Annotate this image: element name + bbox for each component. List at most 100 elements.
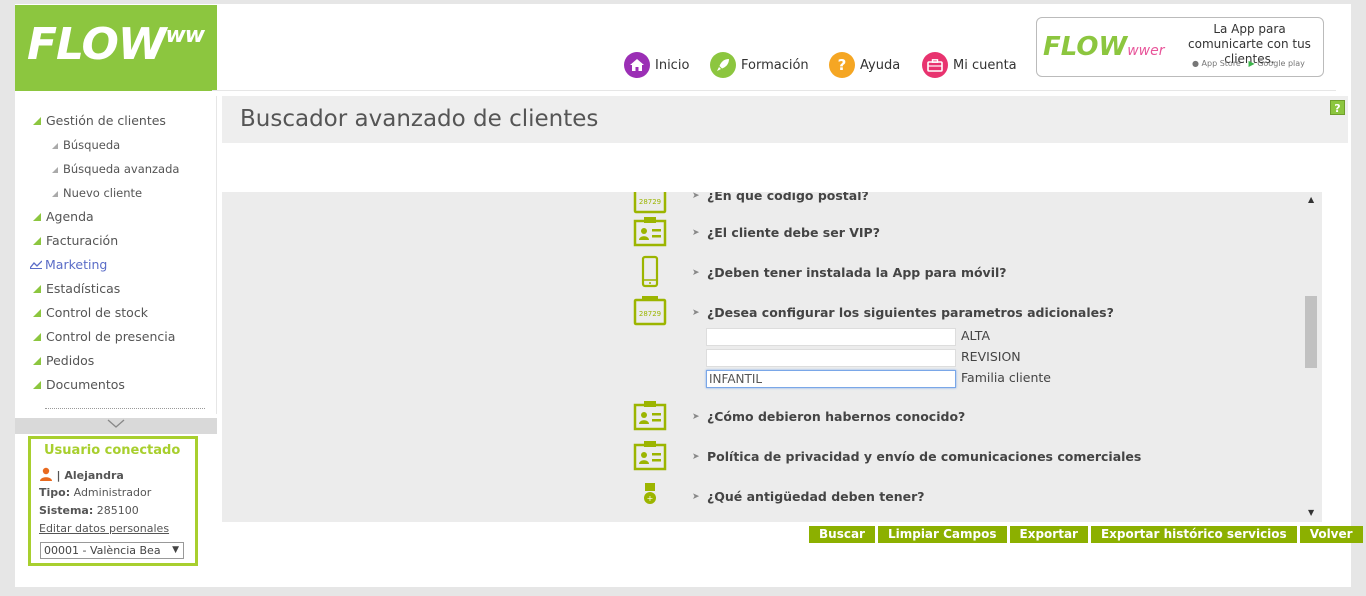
top-header: Inicio Formación ? Ayuda Mi cuenta FLOWw… [212,5,1336,91]
sidebar-item-label: Estadísticas [46,281,121,296]
sidebar-item-agenda[interactable]: Agenda [33,209,94,224]
sidebar-item-facturacion[interactable]: Facturación [33,233,118,248]
question-how-known[interactable]: ➤ ¿Cómo debieron habernos conocido? [222,398,1302,438]
nav-mi-cuenta-label: Mi cuenta [953,57,1017,73]
question-vip[interactable]: ➤ ¿El cliente debe ser VIP? [222,214,1302,254]
question-label: Política de privacidad y envío de comuni… [707,449,1142,464]
question-icon: ? [829,52,855,78]
home-icon [624,52,650,78]
question-antiguedad[interactable]: + ➤ ¿Qué antigüedad deben tener? [222,478,1302,518]
page-title: Buscador avanzado de clientes [240,106,599,132]
promo-logo: FLOWwwer [1043,32,1165,62]
line-chart-icon [30,260,42,269]
sidebar-item-gestion-clientes[interactable]: Gestión de clientes [33,113,166,128]
medal-icon: + [644,483,656,504]
sidebar-item-control-stock[interactable]: Control de stock [33,305,148,320]
dropdown-arrow-icon: ▼ [172,545,179,555]
action-buttons: Buscar Limpiar Campos Exportar Exportar … [809,526,1363,543]
question-label: ¿Qué antigüedad deben tener? [707,489,925,504]
volver-button[interactable]: Volver [1299,526,1363,543]
sidebar-collapse-bar[interactable] [15,418,217,434]
search-criteria-panel: 28729 ➤ ¿En qué código postal? ➤ ¿El cli… [222,192,1322,522]
nav-inicio[interactable]: Inicio [624,51,689,79]
nav-inicio-label: Inicio [655,57,690,73]
sidebar-item-busqueda-avanzada[interactable]: Búsqueda avanzada [52,162,179,176]
buscar-button[interactable]: Buscar [809,526,875,543]
center-select-value: 00001 - València Bea [44,544,161,557]
svg-text:+: + [647,494,654,503]
nav-formacion[interactable]: Formación [710,51,809,79]
help-icon[interactable]: ? [1330,100,1345,115]
sidebar-item-label: Control de presencia [46,329,176,344]
logo-text: FLOW [27,19,166,70]
sidebar-item-busqueda[interactable]: Búsqueda [52,138,120,152]
sidebar-item-label: Agenda [46,209,94,224]
triangle-icon [33,117,41,125]
expand-arrow-icon: ➤ [692,412,700,422]
sidebar-item-label: Nuevo cliente [63,186,143,200]
center-select[interactable]: 00001 - València Bea ▼ [40,542,184,559]
question-privacy[interactable]: ➤ Política de privacidad y envío de comu… [222,438,1302,478]
triangle-icon [52,191,58,197]
question-label: ¿En qué código postal? [707,192,869,203]
question-mobile-app[interactable]: ➤ ¿Deben tener instalada la App para móv… [222,254,1302,294]
user-avatar-icon [40,467,52,481]
chevron-down-icon [107,419,125,428]
question-label: ¿Cómo debieron habernos conocido? [707,409,966,424]
sidebar-item-estadisticas[interactable]: Estadísticas [33,281,120,296]
limpiar-campos-button[interactable]: Limpiar Campos [877,526,1007,543]
triangle-icon [33,237,41,245]
app-promo-banner[interactable]: FLOWwwer La App para comunicarte con tus… [1036,17,1324,77]
id-card-icon [633,217,667,247]
sidebar: Gestión de clientes Búsqueda Búsqueda av… [15,96,217,414]
user-name: | Alejandra [56,469,124,482]
question-postal-code[interactable]: 28729 ➤ ¿En qué código postal? [222,192,1302,216]
user-panel-title: Usuario conectado [44,443,181,458]
google-play-label: Google play [1257,59,1305,68]
scroll-up-icon[interactable]: ▲ [1308,195,1314,204]
triangle-icon [33,285,41,293]
triangle-icon [33,213,41,221]
svg-text:28729: 28729 [639,198,661,206]
param-familia-label: Familia cliente [961,370,1051,385]
vertical-scrollbar[interactable]: ▲ ▼ [1303,192,1322,522]
expand-arrow-icon: ➤ [692,452,700,462]
user-sistema-line: Sistema: 285100 [39,504,139,517]
triangle-icon [33,381,41,389]
nav-mi-cuenta[interactable]: Mi cuenta [922,51,1017,79]
sidebar-item-control-presencia[interactable]: Control de presencia [33,329,175,344]
scroll-down-icon[interactable]: ▼ [1308,508,1314,517]
param-familia-input[interactable]: INFANTIL [706,370,956,388]
id-card-icon [633,401,667,431]
sidebar-divider [45,408,205,409]
nav-ayuda-label: Ayuda [860,57,901,73]
sidebar-item-pedidos[interactable]: Pedidos [33,353,94,368]
scrollbar-thumb[interactable] [1305,296,1317,368]
sidebar-item-label: Documentos [46,377,125,392]
expand-arrow-icon: ➤ [692,492,700,502]
sidebar-item-label: Pedidos [46,353,95,368]
sidebar-item-documentos[interactable]: Documentos [33,377,125,392]
question-label: ¿Deben tener instalada la App para móvil… [707,265,1007,280]
expand-arrow-icon: ➤ [692,308,700,318]
param-revision-input[interactable] [706,349,956,367]
exportar-historico-button[interactable]: Exportar histórico servicios [1090,526,1297,543]
sidebar-item-label: Marketing [45,257,108,272]
expand-arrow-icon: ➤ [692,228,700,238]
google-play-icon: ▶ [1248,59,1255,68]
sidebar-item-marketing[interactable]: Marketing [30,257,107,272]
param-revision-label: REVISION [961,349,1021,364]
sidebar-item-nuevo-cliente[interactable]: Nuevo cliente [52,186,142,200]
store-badges: ● App Store ▶ Google play [1192,59,1305,68]
triangle-icon [52,167,58,173]
edit-personal-data-link[interactable]: Editar datos personales [39,522,169,535]
sidebar-item-label: Búsqueda avanzada [63,162,180,176]
expand-arrow-icon: ➤ [692,268,700,278]
nav-ayuda[interactable]: ? Ayuda [829,51,900,79]
svg-text:28729: 28729 [639,310,661,318]
briefcase-icon [922,52,948,78]
param-alta-label: ALTA [961,328,991,343]
exportar-button[interactable]: Exportar [1009,526,1088,543]
brand-logo[interactable]: FLOWww [15,5,217,91]
param-alta-input[interactable] [706,328,956,346]
